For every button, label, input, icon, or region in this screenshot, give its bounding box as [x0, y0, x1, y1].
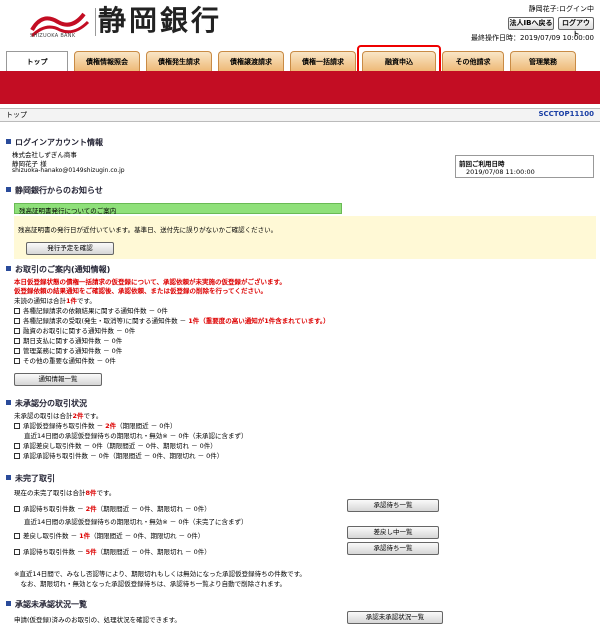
- notice-heading: 静岡銀行からのお知らせ: [6, 185, 103, 196]
- incomplete-total: 現在の未完了取引は合計8件です。: [14, 489, 116, 497]
- guidance-heading: お取引のご案内(通知情報): [6, 264, 110, 275]
- remand-list-button[interactable]: 差戻し中一覧: [347, 526, 439, 539]
- checkbox-icon: [14, 443, 20, 449]
- unapproved-sub-line: 直近14日間の承認仮登録待ちの期限切れ・無効※ － 0件（未承認に含まず）: [24, 432, 248, 440]
- incomplete-heading: 未完了取引: [6, 473, 55, 484]
- checkbox-icon: [14, 348, 20, 354]
- user-status: 静岡花子:ログイン中: [528, 5, 594, 13]
- notice-bar: 残高証明書発行についてのご案内: [14, 203, 342, 215]
- checkbox-icon: [14, 328, 20, 334]
- list-item: 管理業務に関する通知件数 － 0件: [14, 345, 122, 355]
- tab-bond-bulk[interactable]: 債権一括請求: [290, 51, 356, 71]
- last-use-box: 前回ご利用日時 2019/07/08 11:00:00: [455, 155, 594, 178]
- logout-button[interactable]: ログアウト: [558, 17, 594, 38]
- list-item: 差戻し取引件数 － 1件（期限間近 － 0件、期限切れ － 0件）: [14, 530, 204, 540]
- tab-bond-issue[interactable]: 債権発生請求: [146, 51, 212, 71]
- list-item: その他の重要な通知件数 － 0件: [14, 355, 116, 365]
- page-title: トップ: [6, 111, 27, 119]
- bank-name: 静岡銀行: [98, 4, 223, 37]
- checkbox-icon: [14, 358, 20, 364]
- incomplete-sub-line: 直近14日間の承認仮登録待ちの期限切れ・無効※ － 0件（未完了に含まず）: [24, 518, 248, 526]
- checkbox-icon: [14, 338, 20, 344]
- list-item: 承認待ち取引件数 － 2件（期限間近 － 0件、期限切れ － 0件）: [14, 503, 211, 513]
- list-item: 承認待ち取引件数 － 5件（期限間近 － 0件、期限切れ － 0件）: [14, 546, 211, 556]
- checkbox-icon: [14, 308, 20, 314]
- last-use-label: 前回ご利用日時: [459, 160, 505, 168]
- tab-other-requests[interactable]: その他請求: [442, 51, 504, 71]
- login-info-heading: ログインアカウント情報: [6, 137, 103, 148]
- checkbox-icon: [14, 549, 20, 555]
- guidance-warning-2: 仮登録依頼の結果通知をご確認後、承認依頼、または仮登録の削除を行ってください。: [14, 287, 267, 295]
- tab-bond-inquiry[interactable]: 債権情報照会: [74, 51, 140, 71]
- list-item: 融資のお取引に関する通知件数 － 0件: [14, 325, 135, 335]
- guidance-total: 未読の通知は合計1件です。: [14, 297, 96, 305]
- checkbox-icon: [14, 318, 20, 324]
- corp-ib-return-button[interactable]: 法人IBへ戻る: [508, 17, 554, 30]
- notice-body: 残高証明書の発行日が近付いています。基準日、送付先に誤りがないかご確認ください。: [18, 226, 278, 234]
- incomplete-note-2: なお、期限切れ・無効となった承認仮登録待ちは、承認待ち一覧より自動で削除されます…: [14, 580, 287, 588]
- tab-top[interactable]: トップ: [6, 51, 68, 71]
- last-operation-time: 最終操作日時：2019/07/09 10:00:00: [470, 34, 594, 42]
- approval-waiting-list-button[interactable]: 承認待ち一覧: [347, 499, 439, 512]
- bank-sub-name: SHIZUOKA BANK: [30, 33, 76, 39]
- notification-list-button[interactable]: 通知情報一覧: [14, 373, 102, 386]
- checkbox-icon: [14, 533, 20, 539]
- list-item: 承認仮登録待ち取引件数 － 2件（期限間近 － 0件）: [14, 420, 176, 430]
- list-item: 承認差戻し取引件数 － 0件（期限間近 － 0件、期限切れ － 0件）: [14, 440, 217, 450]
- waiting-list-button[interactable]: 承認待ち一覧: [347, 542, 439, 555]
- check-issue-schedule-button[interactable]: 発行予定を確認: [26, 242, 114, 255]
- checkbox-icon: [14, 423, 20, 429]
- list-item: 期日支払に関する通知件数 － 0件: [14, 335, 122, 345]
- list-item: 各種記録請求の依頼結果に関する通知件数 － 0件: [14, 305, 168, 315]
- checkbox-icon: [14, 506, 20, 512]
- checkbox-icon: [14, 453, 20, 459]
- breadcrumb: トップ SCCTOP11100: [0, 108, 600, 122]
- unapproved-heading: 未承認分の取引状況: [6, 398, 87, 409]
- nav-band: [0, 71, 600, 104]
- screen-id: SCCTOP11100: [538, 110, 594, 118]
- tab-bond-transfer[interactable]: 債権譲渡請求: [218, 51, 284, 71]
- logo-divider: [95, 8, 96, 36]
- approval-status-desc: 申請(仮登録)済みのお取引の、処理状況を確認できます。: [14, 616, 181, 624]
- approval-status-heading: 承認未承認状況一覧: [6, 599, 87, 610]
- list-item: 各種記録請求の受取(発生・取消等)に関する通知件数 － 1件（重要度の高い通知が…: [14, 315, 330, 325]
- user-email: shizuoka-hanako@0149shizugin.co.jp: [12, 167, 125, 174]
- approval-status-list-button[interactable]: 承認未承認状況一覧: [347, 611, 443, 624]
- notice-bar-title: 残高証明書発行についてのご案内: [19, 207, 117, 215]
- incomplete-note-1: ※直近14日間で、みなし否認等により、期限切れもしくは無効になった承認仮登録待ち…: [14, 570, 306, 578]
- tab-management[interactable]: 管理業務: [510, 51, 576, 71]
- last-use-value: 2019/07/08 11:00:00: [466, 168, 535, 176]
- list-item: 承認承認待ち取引件数 － 0件（期限間近 － 0件、期限切れ － 0件）: [14, 450, 223, 460]
- unapproved-total: 未承認の取引は合計2件です。: [14, 412, 103, 420]
